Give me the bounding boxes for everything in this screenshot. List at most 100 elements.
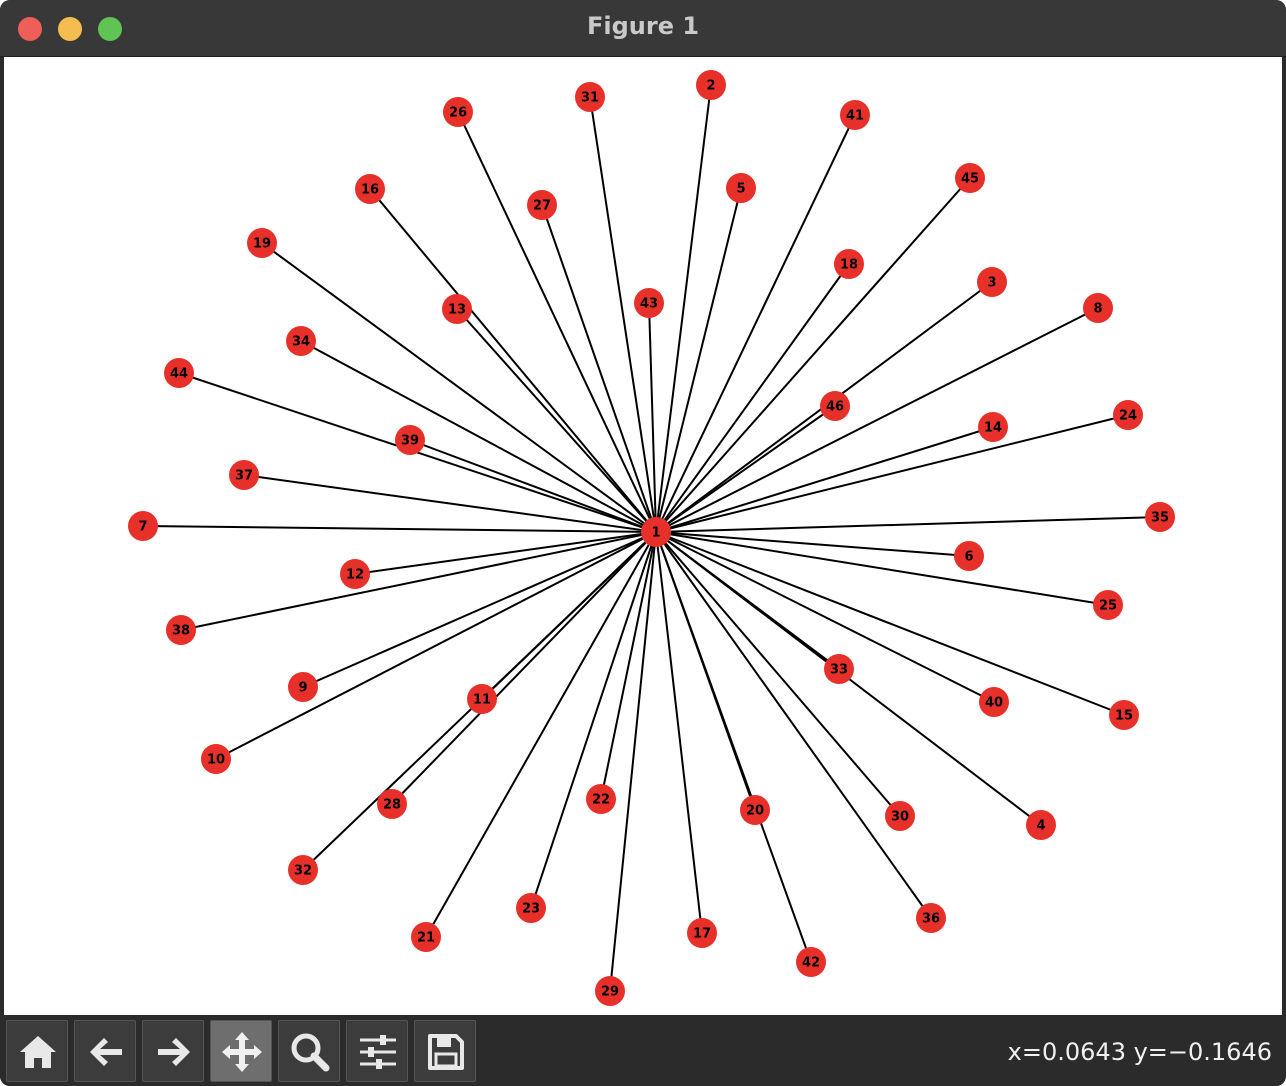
edge-1-12 bbox=[354, 531, 657, 575]
node-17: 17 bbox=[687, 918, 717, 948]
edge-1-2 bbox=[655, 84, 712, 533]
node-label-15: 15 bbox=[1115, 709, 1133, 724]
network-graph[interactable]: 1234567891011121314151617181920212223242… bbox=[4, 57, 1282, 1015]
node-label-30: 30 bbox=[891, 810, 909, 825]
edge-1-45 bbox=[655, 177, 971, 533]
arrow-left-icon bbox=[90, 1038, 122, 1066]
edge-1-17 bbox=[655, 531, 703, 934]
node-45: 45 bbox=[955, 163, 985, 193]
title-bar: Figure 1 bbox=[0, 0, 1286, 57]
edge-1-37 bbox=[243, 474, 657, 533]
back-button[interactable] bbox=[74, 1020, 136, 1082]
node-label-32: 32 bbox=[294, 864, 312, 879]
arrow-right-icon bbox=[158, 1038, 190, 1066]
node-label-43: 43 bbox=[640, 297, 658, 312]
node-label-7: 7 bbox=[138, 520, 147, 535]
edge-1-7 bbox=[142, 525, 657, 533]
node-15: 15 bbox=[1109, 700, 1139, 730]
node-label-26: 26 bbox=[449, 106, 467, 121]
node-35: 35 bbox=[1145, 502, 1175, 532]
window-title: Figure 1 bbox=[586, 12, 700, 40]
node-label-25: 25 bbox=[1099, 599, 1117, 614]
node-label-34: 34 bbox=[292, 335, 310, 350]
node-label-5: 5 bbox=[736, 182, 745, 197]
figure-canvas[interactable]: 1 2 3 4 5 6 7 8 9 10 11 12 13 14 15 16 17 18 19 20 21 22 23 24 2… bbox=[4, 57, 1282, 1015]
node-27: 27 bbox=[527, 190, 557, 220]
node-40: 40 bbox=[979, 687, 1009, 717]
edge-1-8 bbox=[655, 307, 1099, 533]
node-31: 31 bbox=[575, 82, 605, 112]
node-label-44: 44 bbox=[170, 367, 188, 382]
node-label-27: 27 bbox=[533, 199, 551, 214]
edge-1-15 bbox=[655, 531, 1125, 716]
node-label-10: 10 bbox=[207, 753, 225, 768]
node-25: 25 bbox=[1093, 590, 1123, 620]
node-41: 41 bbox=[840, 100, 870, 130]
edge-1-42 bbox=[655, 531, 812, 963]
node-21: 21 bbox=[411, 922, 441, 952]
node-label-45: 45 bbox=[961, 172, 979, 187]
node-2: 2 bbox=[696, 70, 726, 100]
node-label-40: 40 bbox=[985, 696, 1003, 711]
node-44: 44 bbox=[164, 358, 194, 388]
node-12: 12 bbox=[340, 559, 370, 589]
node-label-21: 21 bbox=[417, 931, 435, 946]
nodes-layer: 1234567891011121314151617181920212223242… bbox=[128, 70, 1175, 1006]
node-26: 26 bbox=[443, 97, 473, 127]
edge-1-34 bbox=[300, 340, 657, 533]
node-label-18: 18 bbox=[840, 258, 858, 273]
node-label-22: 22 bbox=[592, 793, 610, 808]
node-24: 24 bbox=[1113, 400, 1143, 430]
node-label-36: 36 bbox=[922, 912, 940, 927]
node-22: 22 bbox=[586, 784, 616, 814]
node-label-8: 8 bbox=[1093, 302, 1102, 317]
node-label-9: 9 bbox=[298, 681, 307, 696]
edge-1-25 bbox=[655, 531, 1109, 606]
node-label-29: 29 bbox=[601, 985, 619, 1000]
save-button[interactable] bbox=[414, 1020, 476, 1082]
node-1: 1 bbox=[641, 517, 671, 547]
node-38: 38 bbox=[166, 615, 196, 645]
home-icon bbox=[20, 1036, 56, 1068]
node-36: 36 bbox=[916, 903, 946, 933]
edge-1-9 bbox=[302, 531, 657, 688]
zoom-button[interactable] bbox=[278, 1020, 340, 1082]
node-label-13: 13 bbox=[448, 303, 466, 318]
node-9: 9 bbox=[288, 672, 318, 702]
node-28: 28 bbox=[377, 789, 407, 819]
edge-1-36 bbox=[655, 531, 932, 919]
node-label-31: 31 bbox=[581, 91, 599, 106]
node-label-24: 24 bbox=[1119, 409, 1137, 424]
forward-button[interactable] bbox=[142, 1020, 204, 1082]
home-button[interactable] bbox=[6, 1020, 68, 1082]
node-20: 20 bbox=[740, 795, 770, 825]
node-39: 39 bbox=[395, 425, 425, 455]
edge-1-35 bbox=[655, 516, 1161, 533]
node-label-4: 4 bbox=[1036, 819, 1045, 834]
edge-1-27 bbox=[541, 204, 657, 533]
node-34: 34 bbox=[286, 326, 316, 356]
node-23: 23 bbox=[516, 893, 546, 923]
node-3: 3 bbox=[977, 267, 1007, 297]
node-30: 30 bbox=[885, 801, 915, 831]
node-29: 29 bbox=[595, 976, 625, 1006]
node-label-20: 20 bbox=[746, 804, 764, 819]
node-6: 6 bbox=[954, 541, 984, 571]
node-label-39: 39 bbox=[401, 434, 419, 449]
node-label-28: 28 bbox=[383, 798, 401, 813]
node-label-3: 3 bbox=[987, 276, 996, 291]
node-label-14: 14 bbox=[984, 421, 1002, 436]
node-label-1: 1 bbox=[651, 526, 660, 541]
edge-1-10 bbox=[215, 531, 657, 760]
node-19: 19 bbox=[247, 228, 277, 258]
node-label-2: 2 bbox=[706, 79, 715, 94]
pan-button[interactable] bbox=[210, 1020, 272, 1082]
edge-1-22 bbox=[600, 531, 657, 800]
edge-1-14 bbox=[655, 426, 994, 533]
edge-1-41 bbox=[655, 114, 856, 533]
configure-subplots-button[interactable] bbox=[346, 1020, 408, 1082]
node-37: 37 bbox=[229, 460, 259, 490]
node-label-6: 6 bbox=[964, 550, 973, 565]
node-13: 13 bbox=[442, 294, 472, 324]
node-16: 16 bbox=[355, 174, 385, 204]
